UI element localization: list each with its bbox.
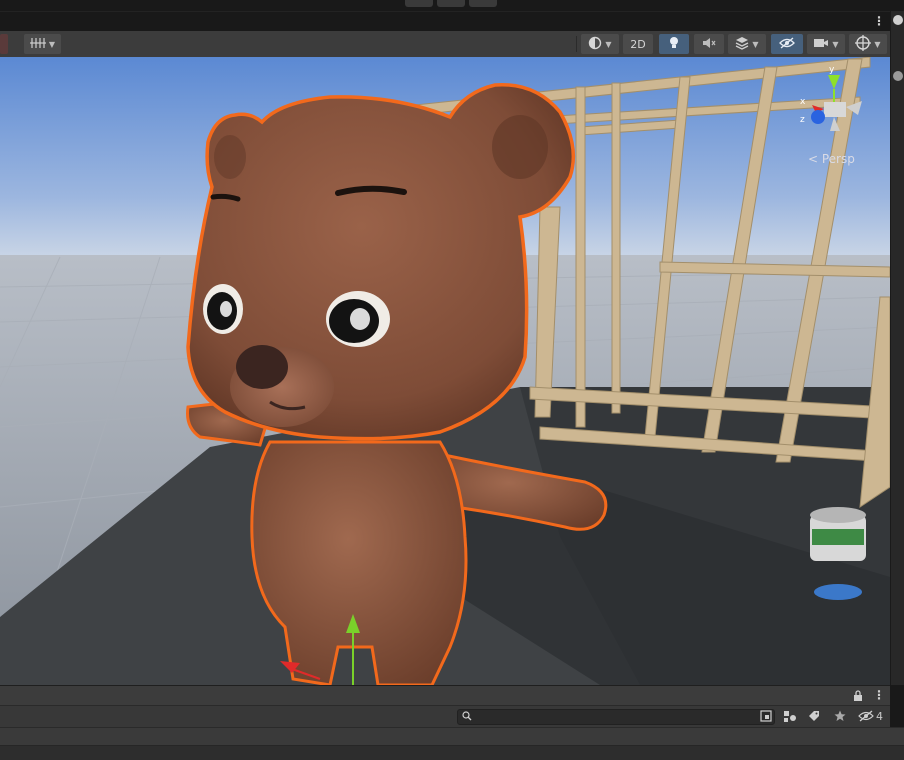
orientation-gizmo-icon bbox=[855, 34, 872, 54]
mode-2d-button[interactable]: 2D bbox=[623, 34, 653, 54]
tool-handle-button[interactable] bbox=[0, 34, 8, 54]
chevron-down-icon: ▼ bbox=[832, 39, 839, 49]
kebab-menu-icon[interactable]: ⋮ bbox=[873, 689, 885, 701]
search-icon bbox=[462, 711, 472, 724]
chevron-down-icon: ▼ bbox=[48, 39, 56, 49]
lighting-toggle-button[interactable] bbox=[659, 34, 689, 54]
hidden-count: 4 bbox=[876, 710, 883, 723]
hierarchy-search-input[interactable] bbox=[457, 709, 775, 725]
pause-button[interactable] bbox=[437, 0, 465, 7]
filter-icon[interactable] bbox=[783, 709, 797, 725]
right-panel-edge bbox=[890, 11, 904, 685]
hierarchy-list[interactable] bbox=[0, 727, 904, 746]
gizmo-x-label: x bbox=[800, 97, 806, 107]
mode-2d-label: 2D bbox=[630, 37, 646, 51]
shading-mode-button[interactable]: ▼ bbox=[581, 34, 619, 54]
camera-icon bbox=[813, 37, 829, 52]
effects-icon bbox=[735, 36, 749, 53]
gizmos-button[interactable]: ▼ bbox=[849, 34, 887, 54]
play-button[interactable] bbox=[405, 0, 433, 7]
chevron-down-icon: ▼ bbox=[605, 39, 612, 49]
effects-button[interactable]: ▼ bbox=[728, 34, 766, 54]
gizmo-y-label: y bbox=[829, 65, 835, 75]
step-button[interactable] bbox=[469, 0, 497, 7]
grid-snapping-button[interactable]: ▼ bbox=[24, 34, 61, 54]
scene-visibility-button[interactable] bbox=[771, 34, 803, 54]
panel-toggle-icon[interactable] bbox=[893, 15, 903, 25]
grid-icon bbox=[29, 37, 46, 52]
search-by-type-icon[interactable] bbox=[760, 710, 772, 724]
kebab-menu-icon[interactable]: ⋮ bbox=[873, 15, 885, 27]
bottom-panel bbox=[0, 745, 904, 760]
visibility-hidden-icon[interactable] bbox=[858, 710, 874, 724]
hierarchy-toolbar: 4 bbox=[0, 705, 890, 728]
camera-settings-button[interactable]: ▼ bbox=[807, 34, 845, 54]
editor-top-strip bbox=[0, 0, 904, 11]
chevron-down-icon: ▼ bbox=[874, 39, 881, 49]
audio-toggle-button[interactable] bbox=[694, 34, 724, 54]
audio-mute-icon bbox=[702, 37, 716, 52]
scene-tab-bar: ⋮ bbox=[0, 11, 904, 32]
scene-render bbox=[0, 57, 890, 685]
gizmo-shading-icon bbox=[588, 36, 602, 53]
projection-toggle[interactable]: < Persp bbox=[808, 152, 855, 166]
gizmo-z-label: z bbox=[800, 115, 805, 125]
chevron-down-icon: ▼ bbox=[752, 39, 759, 49]
light-icon bbox=[668, 36, 680, 53]
scene-viewport[interactable]: y x z < Persp bbox=[0, 57, 890, 685]
tag-icon[interactable] bbox=[808, 710, 820, 724]
scene-toolbar: ▼ ▼ 2D ▼ ▼ ▼ bbox=[0, 31, 890, 58]
hierarchy-header: ⋮ bbox=[0, 685, 890, 706]
scene-visibility-icon bbox=[779, 37, 795, 52]
star-icon[interactable] bbox=[834, 710, 846, 724]
lock-icon[interactable] bbox=[853, 690, 863, 703]
panel-scroll-icon[interactable] bbox=[893, 71, 903, 81]
